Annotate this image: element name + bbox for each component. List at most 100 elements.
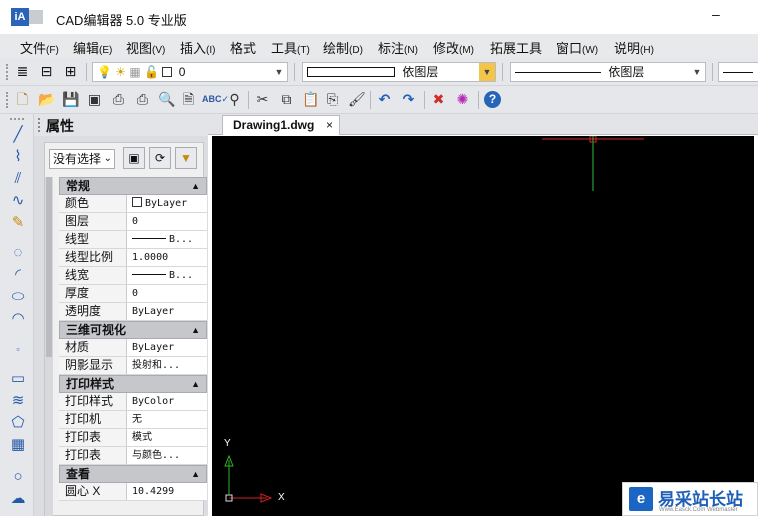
undo-icon[interactable]: ↶	[376, 91, 393, 108]
section-view[interactable]: 查看 ▲	[59, 465, 207, 483]
property-row-thickness[interactable]: 厚度 0	[59, 285, 207, 303]
open-file-icon[interactable]: 📂	[38, 91, 55, 108]
multiline-tool-icon[interactable]: ⫽	[9, 170, 27, 188]
property-row-linetype-scale[interactable]: 线型比例 1.0000	[59, 249, 207, 267]
print-icon[interactable]: ⎙	[134, 91, 151, 108]
layer-state-icon[interactable]: ⊟	[38, 63, 55, 80]
layer-combo[interactable]: 💡 ☀ ▦ 🔓 0 ▼	[92, 62, 288, 82]
menu-insert[interactable]: 插入(I)	[180, 38, 215, 57]
menu-view[interactable]: 视图(V)	[126, 38, 165, 57]
properties-body: 没有选择 ⌄ ▣ ⟳ ▼ 常规 ▲ 颜色 ByLayer 图层 0 线型 B... 线型…	[44, 142, 207, 516]
point-tool-icon[interactable]: ▫	[9, 340, 27, 358]
line-tool-icon[interactable]: ╱	[9, 126, 27, 144]
paste-icon[interactable]: 📋	[302, 91, 319, 108]
donut-tool-icon[interactable]: ○	[9, 468, 27, 486]
toolbar-grip[interactable]	[6, 92, 10, 108]
select-objects-icon[interactable]: ▣	[123, 147, 145, 169]
panel-grip[interactable]	[38, 118, 42, 132]
chevron-down-icon[interactable]: ▼	[689, 63, 705, 81]
ucs-x-label: X	[278, 492, 285, 503]
find-icon[interactable]: ⚲	[226, 91, 243, 108]
filter-icon[interactable]: ▼	[175, 147, 197, 169]
collapse-icon[interactable]: ▲	[191, 178, 200, 194]
revcloud-tool-icon[interactable]: ☁	[9, 490, 27, 508]
new-file-icon[interactable]: 🗋	[14, 91, 31, 108]
property-row-material[interactable]: 材质 ByLayer	[59, 339, 207, 357]
menu-file[interactable]: 文件(F)	[20, 38, 59, 57]
redo-icon[interactable]: ↷	[400, 91, 417, 108]
property-row-linetype[interactable]: 线型 B...	[59, 231, 207, 249]
toolbar-grip[interactable]	[10, 118, 24, 122]
ellipse-arc-tool-icon[interactable]: ◠	[9, 310, 27, 328]
menu-dimension[interactable]: 标注(N)	[378, 38, 418, 57]
polygon-tool-icon[interactable]: ⬠	[9, 414, 27, 432]
layer-previous-icon[interactable]: ⊞	[62, 63, 79, 80]
property-row-center-x[interactable]: 圆心 X 10.4299	[59, 483, 207, 501]
paste-special-icon[interactable]: ⎘	[324, 91, 341, 108]
quick-select-icon[interactable]: ⟳	[149, 147, 171, 169]
scrollbar-thumb[interactable]	[46, 177, 52, 357]
menu-format[interactable]: 格式	[230, 38, 256, 57]
property-row-transparency[interactable]: 透明度 ByLayer	[59, 303, 207, 321]
chevron-down-icon[interactable]: ▼	[479, 63, 495, 81]
tab-drawing1[interactable]: Drawing1.dwg ×	[222, 115, 340, 135]
property-row-lineweight[interactable]: 线宽 B...	[59, 267, 207, 285]
property-row-plot-table-2[interactable]: 打印表 与颜色...	[59, 447, 207, 465]
collapse-icon[interactable]: ▲	[191, 466, 200, 482]
menu-tools[interactable]: 工具(T)	[271, 38, 310, 57]
save-icon[interactable]: 💾	[62, 91, 79, 108]
cut-icon[interactable]: ✂	[254, 91, 271, 108]
drawing-canvas[interactable]: Y X	[212, 136, 754, 516]
print-preview-icon[interactable]: ⎙	[110, 91, 127, 108]
lineweight-combo[interactable]	[718, 62, 758, 82]
spellcheck-icon[interactable]: ABC✓	[202, 91, 229, 108]
section-general[interactable]: 常规 ▲	[59, 177, 207, 195]
publish-icon[interactable]: 🗎	[180, 91, 197, 108]
color-swatch	[132, 197, 142, 207]
hatch-tool-icon[interactable]: ≋	[9, 392, 27, 410]
polyline-tool-icon[interactable]: ⌇	[9, 148, 27, 166]
menu-help[interactable]: 说明(H)	[614, 38, 654, 57]
properties-panel-header: 属性	[34, 114, 208, 136]
property-row-plot-table[interactable]: 打印表 模式	[59, 429, 207, 447]
match-properties-icon[interactable]: 🖌	[348, 91, 366, 108]
rectangle-tool-icon[interactable]: ▭	[9, 370, 27, 388]
copy-icon[interactable]: ⧉	[278, 91, 295, 108]
color-preview	[307, 67, 395, 77]
circle-tool-icon[interactable]: ◌	[9, 244, 27, 262]
spline-tool-icon[interactable]: ∿	[9, 192, 27, 210]
preview-icon[interactable]: 🔍	[158, 91, 175, 108]
collapse-icon[interactable]: ▲	[191, 376, 200, 392]
property-row-layer[interactable]: 图层 0	[59, 213, 207, 231]
selection-dropdown[interactable]: 没有选择 ⌄	[49, 149, 115, 169]
color-combo[interactable]: 依图层 ▼	[302, 62, 496, 82]
sketch-tool-icon[interactable]: ✎	[9, 214, 27, 232]
section-3d-visualization[interactable]: 三维可视化 ▲	[59, 321, 207, 339]
save-as-icon[interactable]: ▣	[86, 91, 103, 108]
chevron-down-icon[interactable]: ▼	[271, 63, 287, 81]
menu-edit[interactable]: 编辑(E)	[73, 38, 112, 57]
property-row-plot-style[interactable]: 打印样式 ByColor	[59, 393, 207, 411]
collapse-icon[interactable]: ▲	[191, 322, 200, 338]
linetype-combo[interactable]: 依图层 ▼	[510, 62, 706, 82]
property-row-plotter[interactable]: 打印机无	[59, 411, 207, 429]
region-tool-icon[interactable]: ▦	[9, 436, 27, 454]
layer-manager-icon[interactable]: ≣	[14, 63, 31, 80]
menu-draw[interactable]: 绘制(D)	[323, 38, 363, 57]
menu-window[interactable]: 窗口(W)	[556, 38, 598, 57]
delete-icon[interactable]: ✖	[430, 91, 447, 108]
minimize-button[interactable]: –	[712, 6, 720, 22]
property-row-shadow[interactable]: 阴影显示 投射和...	[59, 357, 207, 375]
ellipse-tool-icon[interactable]: ⬭	[9, 288, 27, 306]
explode-icon[interactable]: ✺	[454, 91, 471, 108]
close-icon[interactable]: ×	[326, 116, 333, 134]
properties-title: 属性	[46, 118, 74, 134]
properties-scrollbar[interactable]	[45, 177, 53, 516]
property-row-color[interactable]: 颜色 ByLayer	[59, 195, 207, 213]
menu-extend-tools[interactable]: 拓展工具	[490, 38, 542, 57]
menu-modify[interactable]: 修改(M)	[433, 38, 474, 57]
help-icon[interactable]: ?	[484, 91, 501, 108]
toolbar-grip[interactable]	[6, 64, 10, 80]
section-plot-style[interactable]: 打印样式 ▲	[59, 375, 207, 393]
arc-tool-icon[interactable]: ◜	[9, 266, 27, 284]
